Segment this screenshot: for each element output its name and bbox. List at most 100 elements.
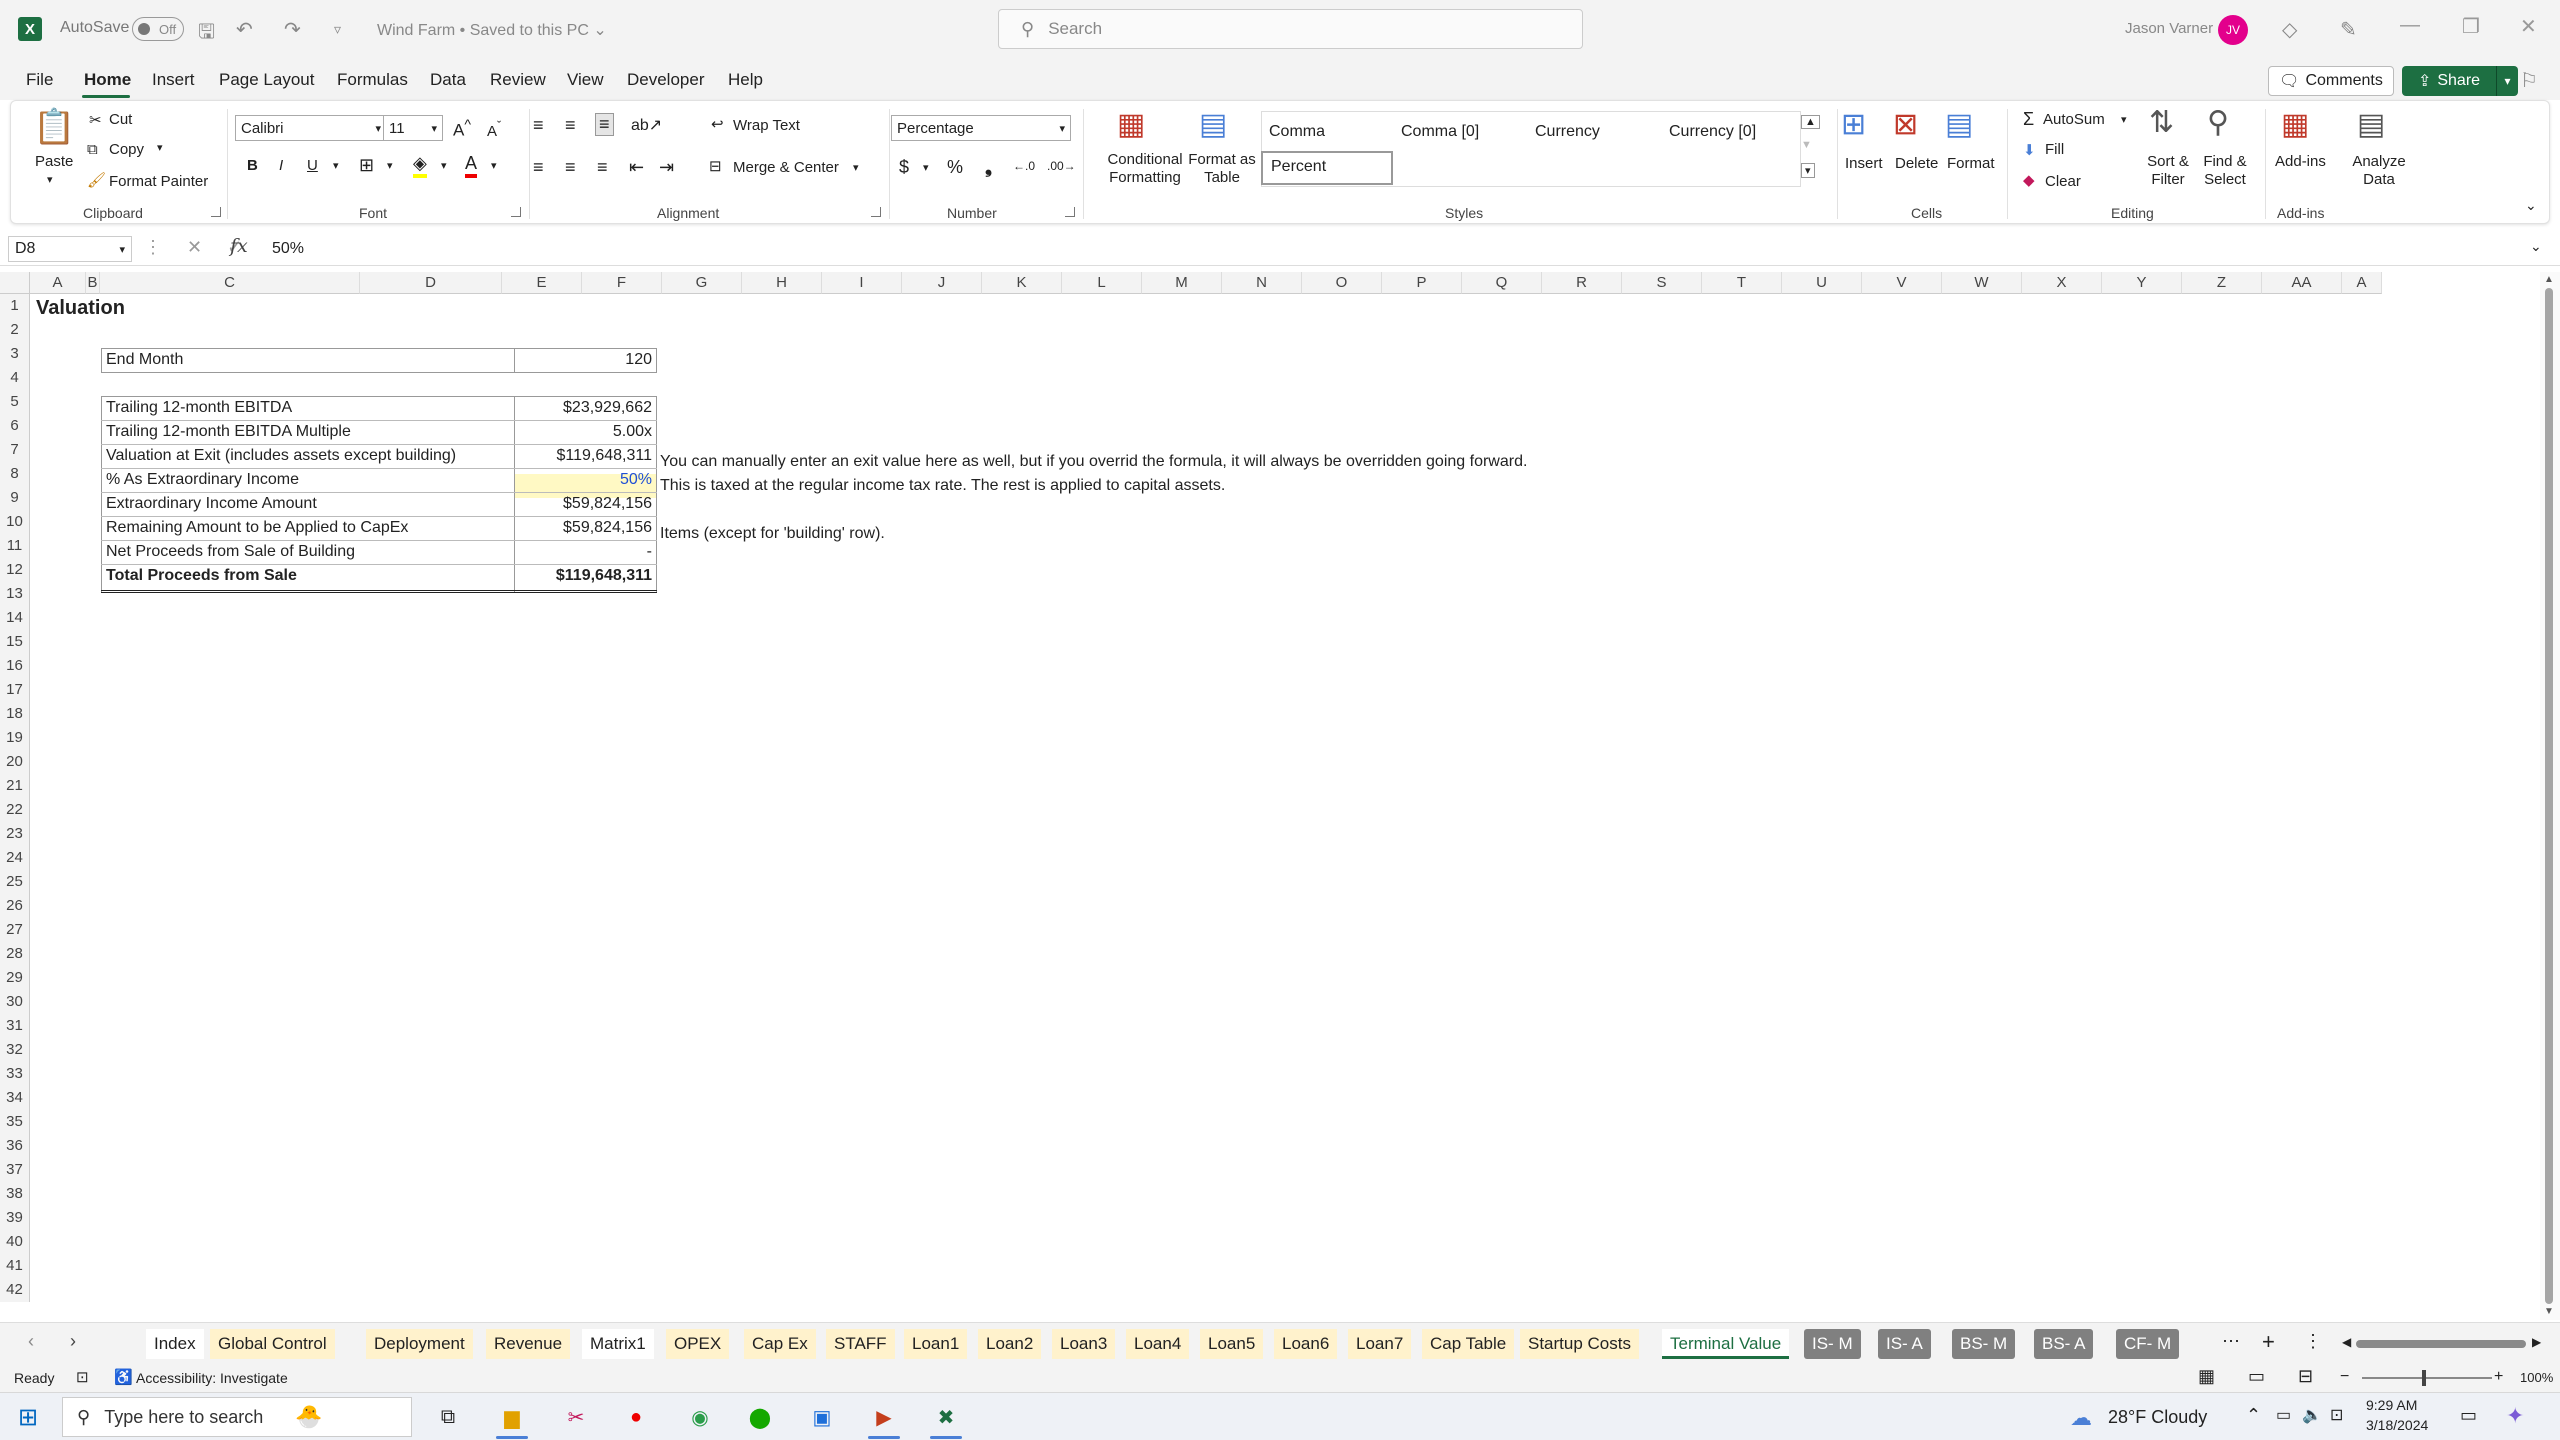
row-header[interactable]: 35: [0, 1110, 30, 1134]
tab-review[interactable]: Review: [490, 70, 546, 90]
sheet-tab[interactable]: Deployment: [366, 1329, 473, 1359]
tab-home[interactable]: Home: [84, 70, 131, 90]
row-header[interactable]: 10: [0, 510, 30, 534]
sheet-tab[interactable]: Matrix1: [582, 1329, 654, 1359]
table-row-label[interactable]: % As Extraordinary Income: [102, 468, 303, 492]
borders-dropdown[interactable]: ▾: [387, 159, 393, 172]
save-icon[interactable]: 🖫: [198, 17, 215, 51]
expand-formula-icon[interactable]: ⌄: [2530, 238, 2542, 255]
row-header[interactable]: 34: [0, 1086, 30, 1110]
avatar[interactable]: JV: [2218, 15, 2248, 45]
more-sheets-icon[interactable]: ⋯: [2222, 1331, 2240, 1352]
row-header[interactable]: 41: [0, 1254, 30, 1278]
sheet-tab[interactable]: STAFF: [826, 1329, 895, 1359]
row-header[interactable]: 9: [0, 486, 30, 510]
align-bottom-icon[interactable]: ≡: [595, 113, 614, 136]
number-launcher[interactable]: [1065, 207, 1075, 217]
row-header[interactable]: 40: [0, 1230, 30, 1254]
align-center-icon[interactable]: ≡: [565, 157, 576, 178]
zoom-out-icon[interactable]: −: [2340, 1368, 2349, 1386]
column-header[interactable]: B: [86, 272, 100, 294]
task-view-icon[interactable]: ⧉: [430, 1399, 466, 1435]
row-header[interactable]: 7: [0, 438, 30, 462]
styles-scroll-up[interactable]: ▲: [1801, 115, 1820, 129]
paste-dropdown[interactable]: ▾: [47, 173, 53, 186]
sheet-tab[interactable]: CF- M: [2116, 1329, 2180, 1359]
volume-icon[interactable]: 🔈: [2302, 1405, 2322, 1425]
windows-start-icon[interactable]: ⊞: [18, 1403, 38, 1432]
upwork-icon[interactable]: ⬤: [742, 1399, 778, 1435]
row-header[interactable]: 36: [0, 1134, 30, 1158]
clock-date[interactable]: 3/18/2024: [2366, 1417, 2428, 1433]
row-header[interactable]: 5: [0, 390, 30, 414]
column-header[interactable]: K: [982, 272, 1062, 294]
note-row10[interactable]: Items (except for 'building' row).: [656, 522, 889, 546]
column-header[interactable]: D: [360, 272, 502, 294]
sheet-tab[interactable]: Loan4: [1126, 1329, 1190, 1359]
column-header[interactable]: J: [902, 272, 982, 294]
row-header[interactable]: 17: [0, 678, 30, 702]
tab-developer[interactable]: Developer: [627, 70, 705, 90]
table-row-label[interactable]: Remaining Amount to be Applied to CapEx: [102, 516, 412, 540]
opera-icon[interactable]: ●: [618, 1399, 654, 1435]
column-header[interactable]: Y: [2102, 272, 2182, 294]
sheet-tab[interactable]: OPEX: [666, 1329, 730, 1359]
sheet-tab[interactable]: Loan2: [978, 1329, 1042, 1359]
column-header[interactable]: M: [1142, 272, 1222, 294]
column-header[interactable]: A: [2342, 272, 2382, 294]
table-row-label[interactable]: Valuation at Exit (includes assets excep…: [102, 444, 460, 468]
table-row-label[interactable]: Trailing 12-month EBITDA: [102, 396, 296, 420]
row-header[interactable]: 29: [0, 966, 30, 990]
currency-dropdown[interactable]: ▾: [923, 161, 929, 174]
row-header[interactable]: 21: [0, 774, 30, 798]
fill-color-icon[interactable]: ◈: [413, 153, 427, 178]
insert-cells-button[interactable]: Insert: [1845, 155, 1883, 172]
customize-qat-icon[interactable]: ▿: [334, 21, 341, 38]
accessibility-status[interactable]: Accessibility: Investigate: [136, 1370, 288, 1386]
decrease-indent-icon[interactable]: ⇤: [629, 157, 644, 178]
column-header[interactable]: U: [1782, 272, 1862, 294]
bold-icon[interactable]: B: [247, 157, 258, 174]
horizontal-scroll-thumb[interactable]: [2356, 1340, 2526, 1348]
underline-icon[interactable]: U: [307, 157, 318, 174]
row-header[interactable]: 15: [0, 630, 30, 654]
row-header[interactable]: 26: [0, 894, 30, 918]
sheet-tab[interactable]: Loan1: [904, 1329, 968, 1359]
collapse-ribbon-icon[interactable]: ⌄: [2525, 197, 2537, 214]
column-header[interactable]: H: [742, 272, 822, 294]
autosum-dropdown[interactable]: ▾: [2121, 113, 2127, 126]
share-button[interactable]: ⇪ Share: [2402, 66, 2496, 96]
fill-color-dropdown[interactable]: ▾: [441, 159, 447, 172]
sheet-tab[interactable]: Cap Table: [1422, 1329, 1515, 1359]
sheet-tab[interactable]: Loan3: [1052, 1329, 1116, 1359]
table-row-value[interactable]: $119,648,311: [516, 564, 656, 588]
table-row-label[interactable]: Net Proceeds from Sale of Building: [102, 540, 359, 564]
column-header[interactable]: W: [1942, 272, 2022, 294]
column-header[interactable]: S: [1622, 272, 1702, 294]
row-header[interactable]: 4: [0, 366, 30, 390]
show-hidden-icons[interactable]: ⌃: [2246, 1405, 2261, 1426]
prev-sheet-icon[interactable]: ‹: [28, 1331, 34, 1352]
increase-indent-icon[interactable]: ⇥: [659, 157, 674, 178]
styles-more[interactable]: ▾: [1801, 163, 1815, 178]
conditional-formatting-button[interactable]: Conditional Formatting: [1097, 151, 1193, 187]
row-header[interactable]: 42: [0, 1278, 30, 1302]
page-layout-view-icon[interactable]: ▭: [2248, 1366, 2265, 1387]
row-header[interactable]: 16: [0, 654, 30, 678]
close-icon[interactable]: ✕: [2520, 14, 2537, 39]
column-header[interactable]: A: [30, 272, 86, 294]
tab-file[interactable]: File: [26, 70, 53, 90]
formula-input[interactable]: 50%: [262, 236, 2522, 262]
file-explorer-icon[interactable]: ▆: [494, 1399, 530, 1435]
row-header[interactable]: 38: [0, 1182, 30, 1206]
end-month-value[interactable]: 120: [516, 348, 656, 372]
row-header[interactable]: 23: [0, 822, 30, 846]
orientation-icon[interactable]: ab↗: [631, 115, 662, 135]
sheet-tab[interactable]: BS- M: [1952, 1329, 2016, 1359]
zoom-slider-thumb[interactable]: [2422, 1370, 2426, 1386]
sheet-tab[interactable]: Global Control: [210, 1329, 335, 1359]
sheet-tab[interactable]: Loan5: [1200, 1329, 1264, 1359]
column-header[interactable]: R: [1542, 272, 1622, 294]
font-size-select[interactable]: 11 ▾: [383, 115, 443, 141]
column-header[interactable]: C: [100, 272, 360, 294]
